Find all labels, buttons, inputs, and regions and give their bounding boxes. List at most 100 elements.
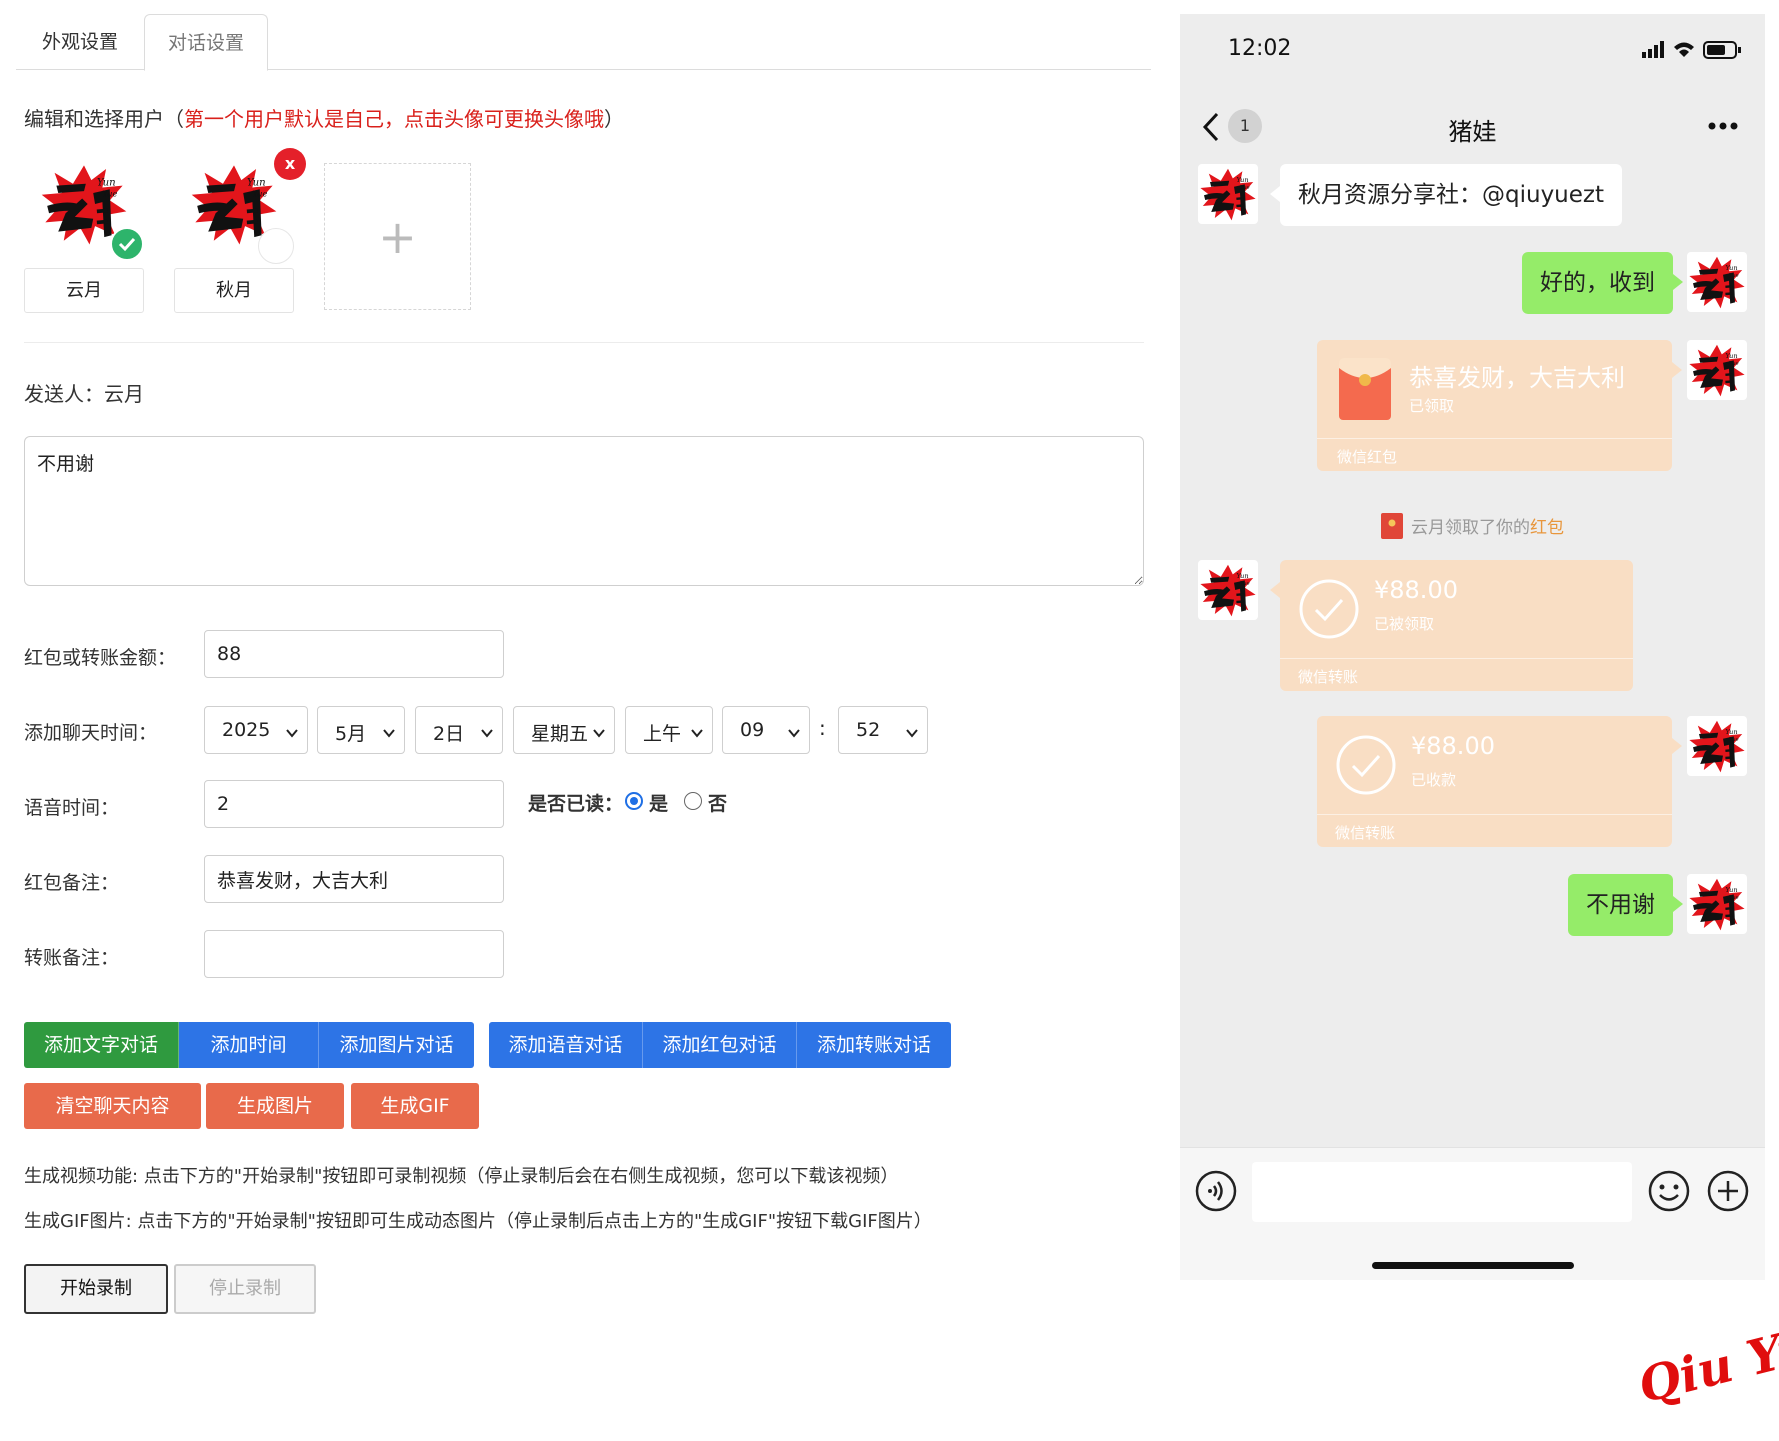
chat-time-label: 添加聊天时间： — [24, 722, 158, 744]
self-avatar[interactable] — [1687, 716, 1747, 776]
chat-text-input[interactable] — [1252, 1162, 1632, 1222]
home-indicator — [1372, 1262, 1574, 1269]
card-divider — [1317, 814, 1672, 815]
transfer-check-icon — [1336, 735, 1396, 795]
bubble-tail — [1673, 274, 1683, 290]
transfer-status: 已被领取 — [1374, 615, 1435, 633]
emoji-icon[interactable] — [1648, 1170, 1690, 1212]
ampm-select[interactable]: 上午 — [625, 706, 713, 754]
month-select[interactable]: 5月 — [317, 706, 405, 754]
voice-icon[interactable] — [1195, 1170, 1237, 1212]
user-heading-prefix: 编辑和选择用户（ — [24, 107, 184, 131]
bubble-tail — [1673, 896, 1683, 912]
sender-line: 发送人：云月 — [24, 378, 144, 407]
system-message-hongbao: 红包 — [1530, 518, 1564, 538]
delete-user-icon[interactable]: x — [274, 148, 306, 180]
transfer-footer: 微信转账 — [1335, 824, 1396, 842]
read-no-label: 否 — [708, 793, 728, 815]
amount-label: 红包或转账金额： — [24, 647, 177, 669]
transfer-note-input[interactable] — [204, 930, 504, 978]
contact-avatar[interactable] — [1198, 164, 1258, 224]
sender-label: 发送人： — [24, 382, 104, 406]
ampm-value: 上午 — [643, 723, 682, 745]
transfer-status: 已收款 — [1411, 771, 1457, 789]
month-value: 5月 — [335, 723, 367, 745]
add-hongbao-dialog-button[interactable]: 添加红包对话 — [643, 1022, 797, 1068]
generate-image-button[interactable]: 生成图片 — [206, 1083, 344, 1129]
day-value: 2日 — [433, 723, 465, 745]
amount-input[interactable] — [204, 630, 504, 678]
read-yes-label: 是 — [649, 793, 669, 815]
message-textarea[interactable]: 不用谢 — [24, 436, 1144, 586]
add-text-dialog-button[interactable]: 添加文字对话 — [24, 1022, 179, 1068]
system-message: 云月领取了你的红包 — [1180, 513, 1765, 539]
gif-info-text: 生成GIF图片: 点击下方的"开始录制"按钮即可生成动态图片（停止录制后点击上方… — [24, 1211, 932, 1232]
minute-select[interactable]: 52 — [838, 706, 928, 754]
status-icons — [1642, 41, 1741, 59]
self-avatar[interactable] — [1687, 340, 1747, 400]
start-recording-button[interactable]: 开始录制 — [24, 1264, 168, 1314]
transfer-amount: ¥88.00 — [1411, 732, 1495, 760]
transfer-card[interactable]: ¥88.00 已收款 微信转账 — [1317, 716, 1672, 847]
chevron-down-icon — [906, 722, 918, 738]
read-yes-radio[interactable] — [625, 792, 643, 810]
self-avatar[interactable] — [1687, 252, 1747, 312]
generate-gif-button[interactable]: 生成GIF — [351, 1083, 479, 1129]
chevron-down-icon — [593, 722, 605, 738]
add-voice-dialog-button[interactable]: 添加语音对话 — [489, 1022, 643, 1068]
hongbao-note-label: 红包备注： — [24, 872, 120, 894]
hour-select[interactable]: 09 — [722, 706, 810, 754]
stop-recording-button[interactable]: 停止录制 — [174, 1264, 316, 1314]
video-info-text: 生成视频功能: 点击下方的"开始录制"按钮即可录制视频（停止录制后会在右侧生成视… — [24, 1166, 899, 1187]
add-image-dialog-button[interactable]: 添加图片对话 — [319, 1022, 474, 1068]
plus-circle-icon[interactable] — [1707, 1170, 1749, 1212]
clear-chat-button[interactable]: 清空聊天内容 — [24, 1083, 201, 1129]
settings-tabs: 外观设置 对话设置 — [16, 14, 1151, 71]
contact-avatar[interactable] — [1198, 560, 1258, 620]
phone-preview: 12:02 1 猪娃 秋月资源分享社：@qiuyuezt 好的，收到 恭喜发财，… — [1180, 14, 1765, 1280]
status-time: 12:02 — [1228, 36, 1292, 61]
self-avatar[interactable] — [1687, 874, 1747, 934]
unselected-ring-icon[interactable] — [258, 228, 294, 264]
transfer-footer: 微信转账 — [1298, 668, 1359, 686]
watermark: Qiu Yue — [1633, 1309, 1779, 1415]
hongbao-note-input[interactable] — [204, 855, 504, 903]
card-divider — [1280, 658, 1633, 659]
voice-duration-label: 语音时间： — [24, 797, 120, 819]
read-no-radio[interactable] — [684, 792, 702, 810]
user-card-yunyue[interactable]: 云月 — [24, 158, 144, 313]
add-transfer-dialog-button[interactable]: 添加转账对话 — [797, 1022, 951, 1068]
user-heading-suffix: ） — [604, 107, 624, 131]
weekday-value: 星期五 — [531, 723, 589, 745]
transfer-amount: ¥88.00 — [1374, 576, 1458, 604]
transfer-check-icon — [1299, 579, 1359, 639]
year-value: 2025 — [222, 719, 271, 741]
bubble-tail — [1672, 738, 1682, 754]
selected-check-icon — [110, 227, 144, 261]
sender-name: 云月 — [104, 382, 144, 406]
system-message-prefix: 云月领取了你的 — [1411, 518, 1530, 538]
add-time-button[interactable]: 添加时间 — [179, 1022, 319, 1068]
add-dialog-group-2: 添加语音对话 添加红包对话 添加转账对话 — [489, 1022, 951, 1068]
bubble-tail — [1270, 186, 1280, 202]
chevron-down-icon — [788, 722, 800, 738]
time-separator: : — [819, 716, 826, 740]
user-card-qiuyue[interactable]: x 秋月 — [174, 148, 306, 313]
voice-duration-input[interactable] — [204, 780, 504, 828]
bubble-tail — [1270, 582, 1280, 598]
hongbao-status: 已领取 — [1409, 397, 1455, 415]
weekday-select[interactable]: 星期五 — [513, 706, 615, 754]
add-user-button[interactable]: + — [324, 163, 471, 310]
more-icon[interactable] — [1708, 122, 1738, 130]
hongbao-card[interactable]: 恭喜发财，大吉大利 已领取 微信红包 — [1317, 340, 1672, 471]
tab-dialog[interactable]: 对话设置 — [144, 14, 268, 71]
user-name-label: 云月 — [24, 268, 144, 313]
transfer-card[interactable]: ¥88.00 已被领取 微信转账 — [1280, 560, 1633, 691]
day-select[interactable]: 2日 — [415, 706, 503, 754]
add-dialog-group-1: 添加文字对话 添加时间 添加图片对话 — [24, 1022, 474, 1068]
user-heading-note: 第一个用户默认是自己，点击头像可更换头像哦 — [184, 107, 604, 131]
tab-appearance[interactable]: 外观设置 — [16, 14, 144, 71]
read-status-label: 是否已读： — [528, 793, 624, 815]
year-select[interactable]: 2025 — [204, 706, 308, 754]
message-bubble: 秋月资源分享社：@qiuyuezt — [1280, 164, 1622, 226]
